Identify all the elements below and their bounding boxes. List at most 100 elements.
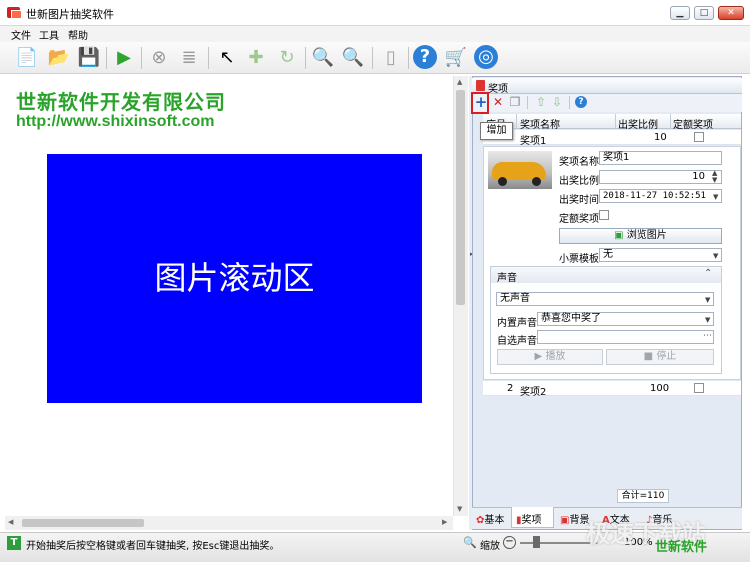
row-fixed-checkbox[interactable] — [694, 132, 704, 142]
row-fixed-checkbox[interactable] — [694, 383, 704, 393]
play-button[interactable]: ▶ 播放 — [497, 349, 603, 365]
ticket-dropdown-icon[interactable]: ▼ — [713, 252, 718, 260]
tab-prize[interactable]: ▮奖项 — [516, 511, 542, 526]
collapse-up-icon[interactable]: ⌃ — [704, 268, 712, 279]
horizontal-scroll-thumb[interactable] — [22, 519, 144, 527]
col-header-name[interactable]: 奖项名称 — [520, 116, 560, 131]
scroll-up-arrow-icon[interactable]: ▲ — [457, 78, 462, 86]
maximize-button[interactable]: □ — [694, 6, 714, 20]
play-icon[interactable]: ▶ — [111, 45, 137, 71]
builtin-sound-select[interactable]: 恭喜您中奖了 — [537, 312, 714, 326]
zoom-out-icon[interactable]: 🔍 — [340, 45, 366, 71]
ratio-spinner[interactable]: 10 — [599, 170, 722, 184]
toolbar-separator — [141, 47, 142, 69]
col-header-ratio[interactable]: 出奖比例 — [618, 116, 658, 131]
zoom-slider-thumb[interactable] — [533, 536, 540, 548]
toolbar-separator — [408, 47, 409, 69]
panel-toolbar-separator — [569, 96, 570, 109]
custom-sound-input[interactable] — [537, 330, 714, 344]
row-name: 奖项1 — [520, 136, 547, 147]
play-small-icon: ▶ — [534, 351, 543, 362]
more-icon[interactable]: ⋯ — [703, 331, 712, 341]
car-wheel-shape — [498, 177, 507, 186]
delete-icon[interactable]: ✕ — [491, 95, 505, 109]
time-dropdown-icon[interactable]: ▼ — [713, 193, 718, 201]
ticket-template-label: 小票模板 — [559, 254, 599, 265]
stop-button[interactable]: ■ 停止 — [606, 349, 714, 365]
close-button[interactable]: ✕ — [718, 6, 744, 20]
toolbar-separator — [372, 47, 373, 69]
toolbar-separator — [106, 47, 107, 69]
builtin-sound-dropdown-icon[interactable]: ▼ — [705, 316, 710, 324]
scroll-down-arrow-icon[interactable]: ▼ — [457, 505, 462, 513]
ratio-label: 出奖比例 — [559, 176, 599, 187]
custom-sound-label: 自选声音 — [497, 336, 537, 347]
car-wheel-shape — [532, 177, 541, 186]
stop-small-icon: ■ — [643, 351, 654, 362]
panel-title: 奖项 — [488, 84, 508, 95]
spinner-arrows-icon[interactable]: ▲ ▼ — [712, 170, 717, 184]
window-title: 世新图片抽奖软件 — [26, 8, 114, 21]
move-down-icon[interactable]: ⇩ — [550, 95, 564, 109]
image-folder-icon: ▣ — [614, 230, 624, 241]
zoom-minus-button[interactable]: − — [503, 536, 516, 549]
cart-icon[interactable]: 🛒 — [443, 45, 469, 71]
sound-group-title: 声音 — [497, 273, 517, 284]
panel-header — [472, 78, 742, 94]
company-url-text[interactable]: http://www.shixinsoft.com — [16, 113, 215, 131]
play-label: 播放 — [545, 351, 566, 362]
fixed-prize-checkbox[interactable] — [599, 210, 609, 220]
page-icon[interactable]: ▯ — [378, 45, 404, 71]
move-icon[interactable]: ✚ — [243, 45, 269, 71]
sound-mode-select[interactable]: 无声音 — [496, 292, 714, 306]
ticket-template-select[interactable]: 无 — [599, 248, 722, 262]
prize-name-label: 奖项名称 — [559, 157, 599, 168]
watermark-subtext: 世新软件 — [655, 540, 708, 555]
row-ratio: 100 — [650, 383, 670, 394]
copy-icon[interactable]: ❐ — [508, 95, 522, 109]
col-divider — [516, 114, 517, 129]
browse-image-button[interactable]: ▣ 浏览图片 — [559, 228, 722, 244]
add-tooltip: 增加 — [480, 122, 513, 140]
scroll-right-arrow-icon[interactable]: ▶ — [442, 518, 447, 526]
move-up-icon[interactable]: ⇧ — [534, 95, 548, 109]
tab-basic[interactable]: ✿基本 — [476, 511, 504, 526]
prize-name-input[interactable]: 奖项1 — [599, 151, 722, 165]
rotate-icon[interactable]: ↻ — [274, 45, 300, 71]
sound-group-header[interactable] — [491, 267, 721, 283]
total-summary: 合计=110 — [617, 489, 669, 503]
menu-bar — [0, 26, 750, 42]
panel-help-icon[interactable]: ? — [575, 96, 587, 108]
tab-prize-label: 奖项 — [521, 515, 542, 526]
time-label: 出奖时间 — [559, 195, 599, 206]
browse-image-label: 浏览图片 — [626, 230, 667, 241]
open-folder-icon[interactable]: 📂 — [46, 45, 72, 71]
image-scroll-area[interactable]: 图片滚动区 — [47, 154, 422, 403]
sound-mode-dropdown-icon[interactable]: ▼ — [705, 296, 710, 304]
menu-help[interactable]: 帮助 — [68, 27, 88, 42]
filter-icon[interactable]: ⊗ — [146, 45, 172, 71]
new-file-icon[interactable]: 📄 — [14, 45, 40, 71]
database-icon[interactable]: ≣ — [176, 45, 202, 71]
help-icon[interactable]: ? — [413, 45, 437, 69]
save-icon[interactable]: 💾 — [76, 45, 102, 71]
menu-tools[interactable]: 工具 — [39, 27, 59, 42]
col-divider — [670, 114, 671, 129]
menu-file[interactable]: 文件 — [11, 27, 31, 42]
scroll-left-arrow-icon[interactable]: ◀ — [8, 518, 13, 526]
toolbar-separator — [208, 47, 209, 69]
minimize-button[interactable]: ▁ — [670, 6, 690, 20]
globe-icon[interactable]: ◎ — [474, 45, 498, 69]
company-name-text[interactable]: 世新软件开发有限公司 — [16, 86, 226, 115]
zoom-in-icon[interactable]: 🔍 — [310, 45, 336, 71]
row-name: 奖项2 — [520, 387, 547, 398]
time-picker[interactable]: 2018-11-27 10:52:51 — [599, 189, 722, 203]
vertical-scroll-thumb[interactable] — [456, 90, 465, 305]
builtin-sound-label: 内置声音 — [497, 318, 537, 329]
col-header-fixed[interactable]: 定额奖项 — [673, 116, 713, 131]
zoom-label: 缩放 — [480, 541, 500, 552]
zoom-magnifier-icon: 🔍 — [463, 536, 477, 549]
toolbar-separator — [305, 47, 306, 69]
col-divider — [615, 114, 616, 129]
pointer-icon[interactable]: ↖ — [214, 45, 240, 71]
